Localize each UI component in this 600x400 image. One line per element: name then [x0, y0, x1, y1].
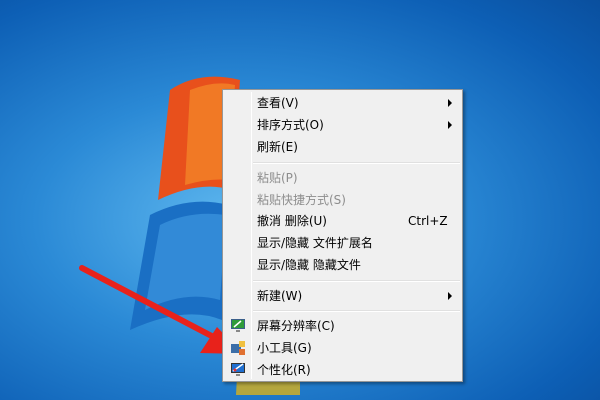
submenu-arrow-icon [448, 292, 452, 300]
menu-separator [253, 162, 460, 164]
menu-item-label: 排序方式(O) [257, 118, 324, 132]
menu-separator [253, 310, 460, 312]
menu-item-label: 新建(W) [257, 289, 303, 303]
personalize-icon [231, 363, 245, 376]
menu-item-toggle-hidden-files[interactable]: 显示/隐藏 隐藏文件 [225, 254, 460, 276]
menu-item-label: 粘贴(P) [257, 171, 298, 185]
menu-item-label: 粘贴快捷方式(S) [257, 193, 346, 207]
menu-item-label: 刷新(E) [257, 140, 298, 154]
submenu-arrow-icon [448, 121, 452, 129]
menu-item-undo-delete[interactable]: 撤消 删除(U) Ctrl+Z [225, 210, 460, 232]
menu-item-refresh[interactable]: 刷新(E) [225, 136, 460, 158]
menu-item-toggle-extensions[interactable]: 显示/隐藏 文件扩展名 [225, 232, 460, 254]
menu-item-paste[interactable]: 粘贴(P) [225, 167, 460, 189]
menu-item-personalize[interactable]: 个性化(R) [225, 359, 460, 381]
menu-item-label: 显示/隐藏 文件扩展名 [257, 236, 373, 250]
menu-item-gadgets[interactable]: 小工具(G) [225, 337, 460, 359]
menu-item-label: 屏幕分辨率(C) [257, 319, 335, 333]
menu-item-shortcut: Ctrl+Z [408, 214, 448, 228]
menu-item-view[interactable]: 查看(V) [225, 92, 460, 114]
menu-item-label: 显示/隐藏 隐藏文件 [257, 258, 361, 272]
menu-item-label: 个性化(R) [257, 363, 311, 377]
menu-item-sort-by[interactable]: 排序方式(O) [225, 114, 460, 136]
menu-item-paste-shortcut[interactable]: 粘贴快捷方式(S) [225, 189, 460, 211]
menu-item-new[interactable]: 新建(W) [225, 285, 460, 307]
menu-item-label: 撤消 删除(U) [257, 214, 327, 228]
gadgets-icon [231, 341, 245, 355]
desktop-context-menu: 查看(V) 排序方式(O) 刷新(E) 粘贴(P) 粘贴快捷方式(S) 撤消 删… [222, 89, 463, 382]
menu-separator [253, 280, 460, 282]
menu-item-label: 小工具(G) [257, 341, 312, 355]
monitor-resolution-icon [231, 319, 245, 332]
menu-item-screen-resolution[interactable]: 屏幕分辨率(C) [225, 315, 460, 337]
submenu-arrow-icon [448, 99, 452, 107]
menu-item-label: 查看(V) [257, 96, 299, 110]
